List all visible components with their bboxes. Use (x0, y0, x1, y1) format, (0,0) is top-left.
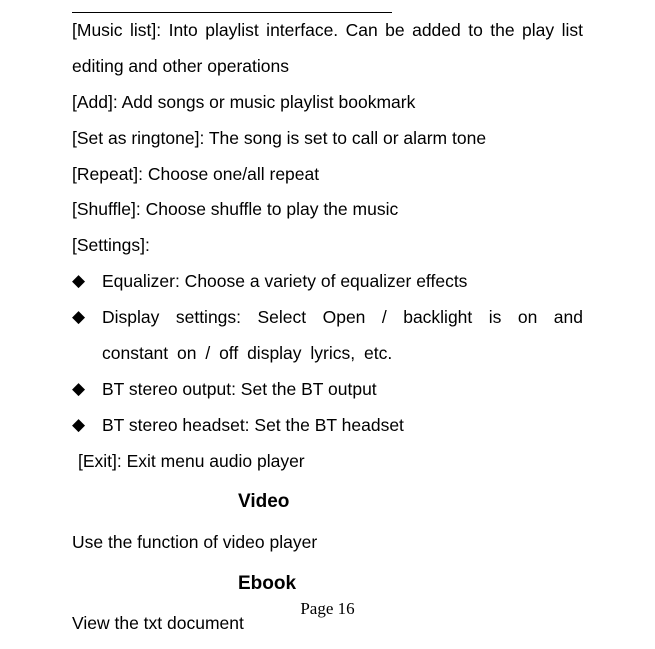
bullet-text: Equalizer: Choose a variety of equalizer… (102, 264, 583, 300)
exit-line: [Exit]: Exit menu audio player (78, 444, 583, 480)
bullet-text: Display settings: Select Open / backligh… (102, 300, 583, 372)
bullet-equalizer: ◆ Equalizer: Choose a variety of equaliz… (72, 264, 583, 300)
bullet-display-settings: ◆ Display settings: Select Open / backli… (72, 300, 583, 372)
bullet-bt-headset: ◆ BT stereo headset: Set the BT headset (72, 408, 583, 444)
video-description: Use the function of video player (72, 525, 583, 561)
add-line: [Add]: Add songs or music playlist bookm… (72, 85, 583, 121)
bullet-bt-output: ◆ BT stereo output: Set the BT output (72, 372, 583, 408)
diamond-icon: ◆ (72, 372, 102, 407)
diamond-icon: ◆ (72, 264, 102, 299)
ringtone-line: [Set as ringtone]: The song is set to ca… (72, 121, 583, 157)
bullet-text: BT stereo output: Set the BT output (102, 372, 583, 408)
settings-line: [Settings]: (72, 228, 583, 264)
repeat-line: [Repeat]: Choose one/all repeat (72, 157, 583, 193)
music-list-line: [Music list]: Into playlist interface. C… (72, 13, 583, 85)
bullet-text: BT stereo headset: Set the BT headset (102, 408, 583, 444)
page-number: Page 16 (0, 592, 655, 627)
settings-bullet-list: ◆ Equalizer: Choose a variety of equaliz… (72, 264, 583, 443)
diamond-icon: ◆ (72, 300, 102, 335)
diamond-icon: ◆ (72, 408, 102, 443)
shuffle-line: [Shuffle]: Choose shuffle to play the mu… (72, 192, 583, 228)
video-heading: Video (238, 479, 595, 525)
